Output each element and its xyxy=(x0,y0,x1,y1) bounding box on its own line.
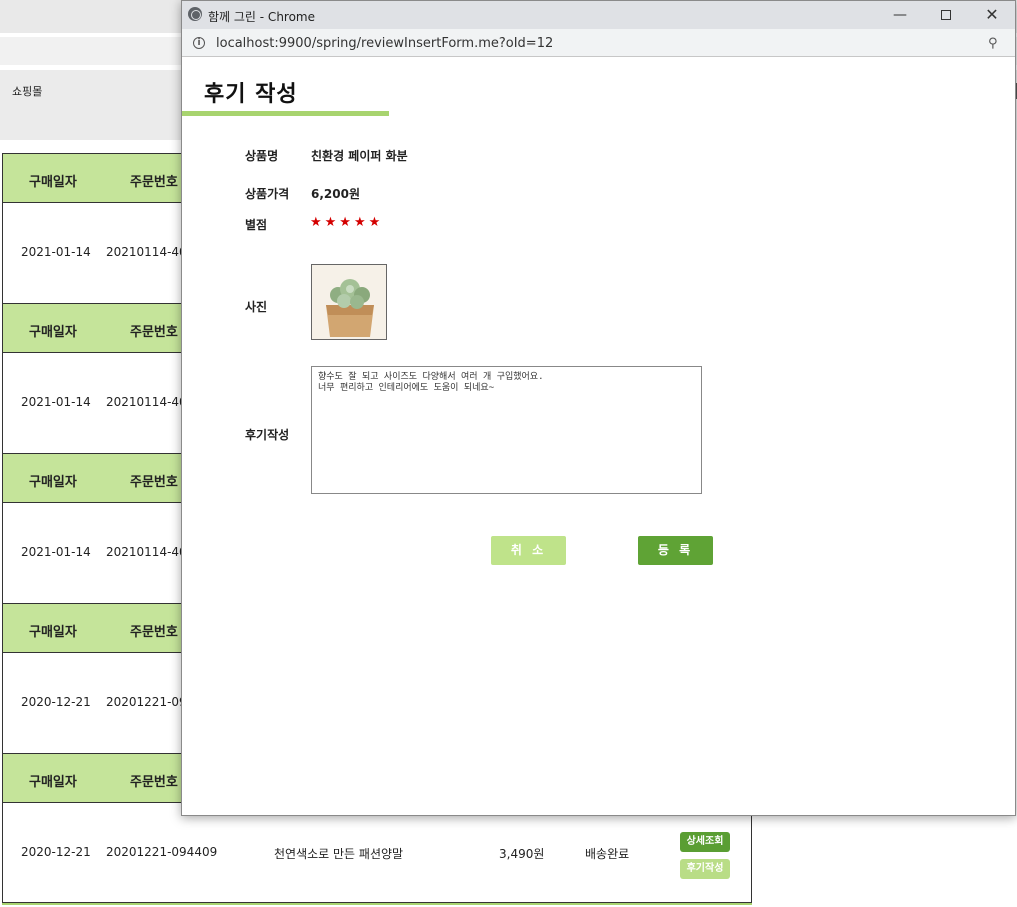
order-date: 2020-12-21 xyxy=(21,845,91,859)
detail-view-button[interactable]: 상세조회 xyxy=(680,832,730,852)
rating-label: 별점 xyxy=(245,218,268,232)
order-date: 2020-12-21 xyxy=(21,695,91,709)
order-row: 2020-12-21 20201221-094409 천연색소로 만든 패션양말… xyxy=(3,803,751,903)
info-icon[interactable]: i xyxy=(193,37,205,49)
price-value: 6,200원 xyxy=(311,187,360,201)
product-photo[interactable] xyxy=(311,264,387,340)
maximize-button[interactable] xyxy=(923,1,969,29)
order-number: 20201221-094409 xyxy=(106,845,218,859)
product-name-value: 친환경 페이퍼 화분 xyxy=(311,149,408,163)
header-purchase-date: 구매일자 xyxy=(29,325,77,340)
header-order-number: 주문번호 xyxy=(130,175,178,190)
maximize-icon xyxy=(941,10,951,20)
address-bar: i localhost:9900/spring/reviewInsertForm… xyxy=(182,29,1015,57)
minimize-button[interactable]: — xyxy=(877,1,923,29)
header-purchase-date: 구매일자 xyxy=(29,475,77,490)
order-product-name: 천연색소로 만든 패션양말 xyxy=(274,847,404,861)
review-popup-window: 함께 그린 - Chrome — ✕ i localhost:9900/spri… xyxy=(181,0,1016,816)
header-order-number: 주문번호 xyxy=(130,625,178,640)
cancel-button[interactable]: 취 소 xyxy=(491,536,566,565)
order-status: 배송완료 xyxy=(585,847,630,861)
header-order-number: 주문번호 xyxy=(130,325,178,340)
product-name-label: 상품명 xyxy=(245,149,279,163)
order-date: 2021-01-14 xyxy=(21,395,91,409)
close-button[interactable]: ✕ xyxy=(969,1,1015,29)
header-order-number: 주문번호 xyxy=(130,775,178,790)
globe-icon xyxy=(188,7,202,21)
header-purchase-date: 구매일자 xyxy=(29,625,77,640)
url-text[interactable]: localhost:9900/spring/reviewInsertForm.m… xyxy=(216,36,553,51)
order-date: 2021-01-14 xyxy=(21,545,91,559)
submit-button[interactable]: 등 록 xyxy=(638,536,713,565)
shop-label: 쇼핑몰 xyxy=(12,85,43,98)
review-label: 후기작성 xyxy=(245,428,290,442)
zoom-icon[interactable]: ⚲ xyxy=(988,36,998,51)
window-titlebar: 함께 그린 - Chrome — ✕ xyxy=(182,1,1015,29)
order-price: 3,490원 xyxy=(499,847,545,861)
order-table-bottom-edge xyxy=(2,902,752,905)
review-textarea[interactable]: 향수도 잘 되고 사이즈도 다양해서 여러 개 구입했어요. 너무 편리하고 인… xyxy=(311,366,702,494)
photo-label: 사진 xyxy=(245,300,268,314)
title-underline xyxy=(182,111,389,116)
price-label: 상품가격 xyxy=(245,187,290,201)
order-date: 2021-01-14 xyxy=(21,245,91,259)
review-form: 후기 작성 상품명 친환경 페이퍼 화분 상품가격 6,200원 별점 ★★★★… xyxy=(182,57,1015,815)
rating-stars[interactable]: ★★★★★ xyxy=(310,215,383,230)
header-purchase-date: 구매일자 xyxy=(29,175,77,190)
window-title: 함께 그린 - Chrome xyxy=(208,10,316,24)
write-review-button[interactable]: 후기작성 xyxy=(680,859,730,879)
header-order-number: 주문번호 xyxy=(130,475,178,490)
header-purchase-date: 구매일자 xyxy=(29,775,77,790)
page-title: 후기 작성 xyxy=(204,82,298,107)
plant-pot-image xyxy=(312,265,386,339)
